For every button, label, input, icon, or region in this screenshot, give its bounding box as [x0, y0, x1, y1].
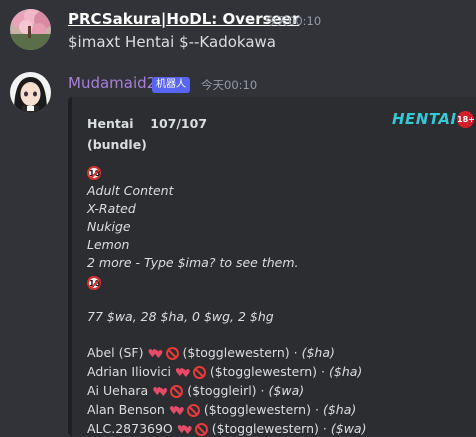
toggle-command: ($togglewestern): [211, 421, 319, 436]
hearts-icon: ♥ ♥: [176, 422, 193, 437]
toggle-command: ($toggleirl): [187, 383, 257, 398]
separator: ·: [322, 421, 327, 436]
character-type: ($wa): [330, 421, 367, 436]
tag-nukige: Nukige: [87, 219, 131, 234]
character-type: ($ha): [301, 345, 335, 360]
message-prcsakura: PRCSakura|HoDL: Overseer 今天00:10 $imaxt …: [0, 0, 476, 70]
embed-card: HENTAI 18+ Hentai 107/107 (bundle) 18 Ad…: [68, 97, 476, 436]
prohibited-icon: [186, 404, 200, 417]
hearts-icon: ♥ ♥: [174, 365, 191, 380]
character-row: Ai Uehara ♥ ♥ ($toggleirl) · ($wa): [87, 383, 304, 398]
bot-username[interactable]: Mudamaid2: [68, 74, 156, 92]
prohibited-icon: [192, 366, 206, 379]
toggle-command: ($togglewestern): [209, 364, 318, 379]
character-type: ($wa): [268, 383, 305, 398]
character-name: Adrian Iliovici: [87, 364, 171, 379]
embed-count: 107/107: [150, 116, 208, 131]
bot-avatar[interactable]: [10, 72, 51, 113]
character-type: ($ha): [329, 364, 363, 379]
tag-x-rated: X-Rated: [87, 201, 136, 216]
toggle-command: ($togglewestern): [203, 402, 311, 417]
adult-18-icon: 18+: [457, 111, 475, 128]
character-type: ($ha): [322, 402, 357, 417]
user-avatar[interactable]: [10, 9, 51, 50]
character-row: Abel (SF) ♥ ♥ ($togglewestern) · ($ha): [87, 345, 335, 360]
no-under-18-icon: 18: [87, 164, 101, 180]
toggle-command: ($togglewestern): [182, 345, 290, 360]
character-name: ALC.287369O: [87, 421, 173, 436]
no-under-18-icon: 18: [87, 274, 101, 290]
prohibited-icon: [194, 423, 208, 436]
hearts-icon: ♥ ♥: [152, 384, 169, 399]
message-text: $imaxt Hentai $--Kadokawa: [68, 33, 276, 51]
character-name: Alan Benson: [87, 402, 165, 417]
hearts-icon: ♥ ♥: [168, 403, 185, 418]
embed-title-line: Hentai 107/107: [87, 116, 207, 131]
character-name: Abel (SF): [87, 345, 144, 360]
hearts-icon: ♥ ♥: [147, 346, 164, 361]
character-name: Ai Uehara: [87, 383, 149, 398]
hentai-logo: HENTAI: [392, 110, 457, 128]
character-row: Alan Benson ♥ ♥ ($togglewestern) · ($ha): [87, 402, 356, 417]
timestamp: 今天00:10: [265, 14, 322, 28]
stats-line: 77 $wa, 28 $ha, 0 $wg, 2 $hg: [87, 309, 274, 324]
more-tags-hint: 2 more - Type $ima? to see them.: [87, 255, 299, 270]
tag-adult-content: Adult Content: [87, 183, 174, 198]
embed-bundle: (bundle): [87, 137, 147, 152]
separator: ·: [260, 383, 265, 398]
character-row: ALC.287369O ♥ ♥ ($togglewestern) · ($wa): [87, 421, 366, 436]
prohibited-icon: [165, 347, 179, 360]
separator: ·: [293, 345, 298, 360]
timestamp: 今天00:10: [201, 78, 258, 92]
separator: ·: [321, 364, 326, 379]
prohibited-icon: [170, 385, 184, 398]
separator: ·: [314, 402, 319, 417]
tag-lemon: Lemon: [87, 237, 130, 252]
bot-badge: 机器人: [152, 77, 190, 93]
character-row: Adrian Iliovici ♥ ♥ ($togglewestern) · ($…: [87, 364, 362, 379]
embed-title: Hentai: [87, 116, 134, 131]
